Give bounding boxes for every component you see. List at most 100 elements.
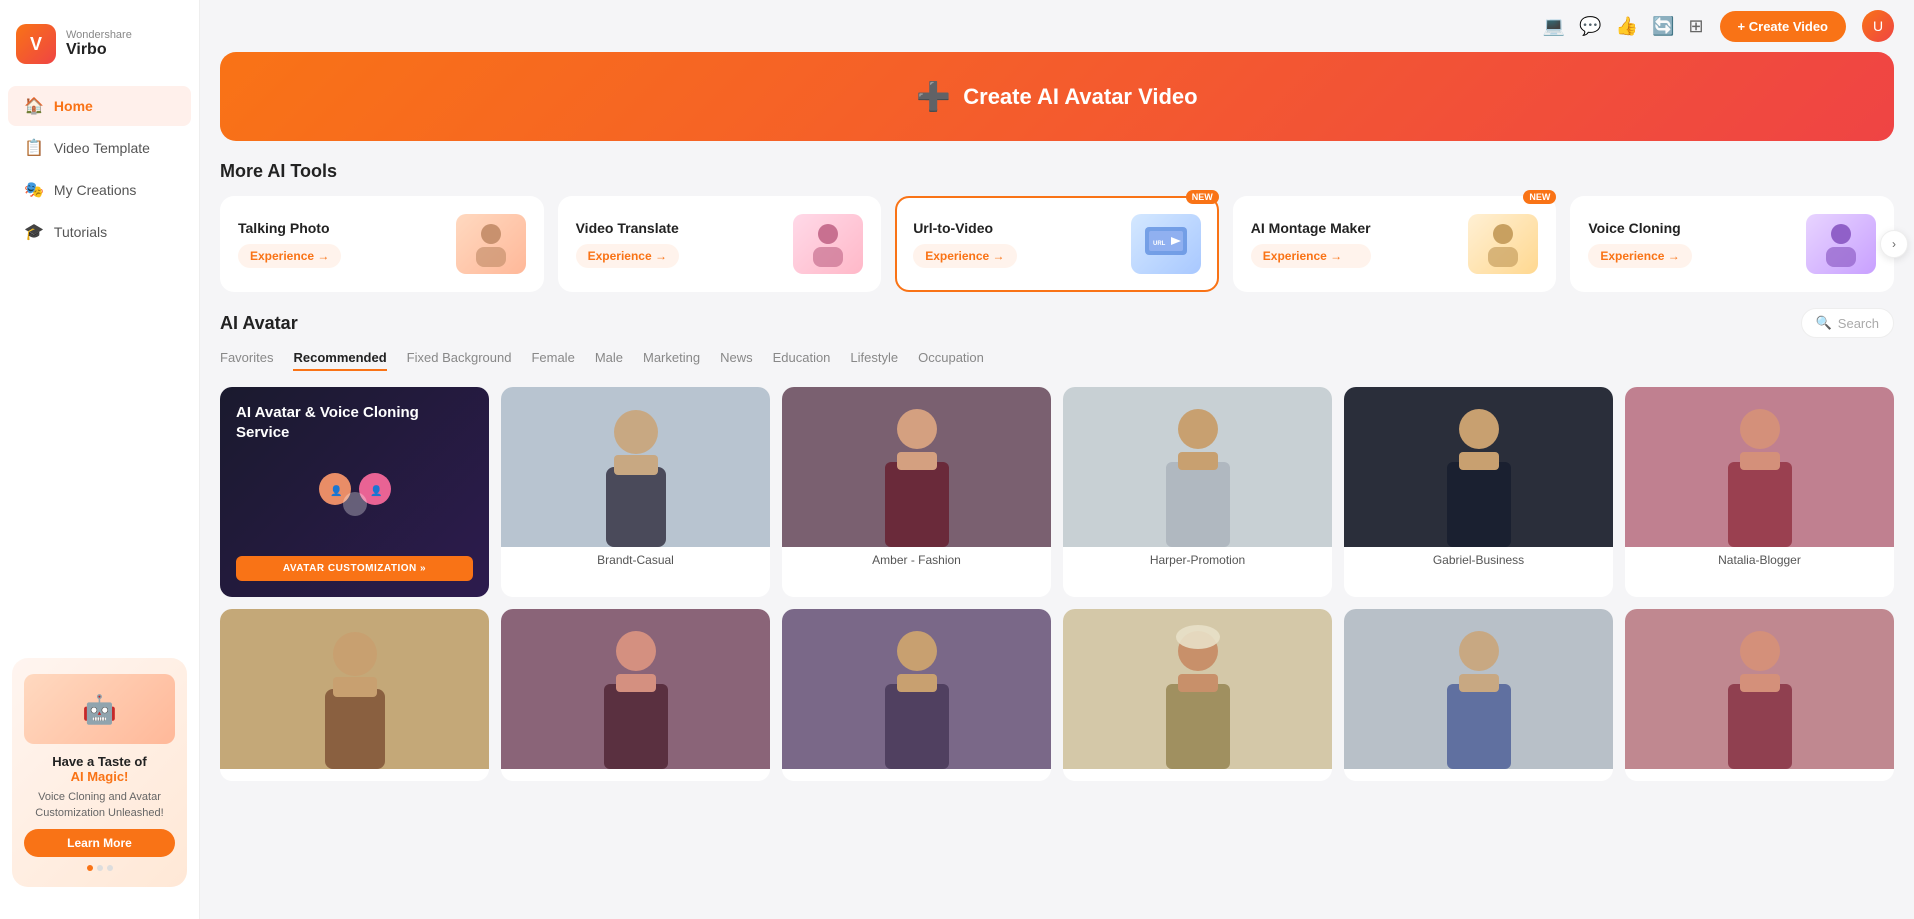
avatar-card-gabriel[interactable]: Gabriel-Business [1344,387,1613,597]
avatar-card-row2-1[interactable] [220,609,489,781]
svg-text:👤: 👤 [330,484,342,497]
avatar-img-row2-1 [220,609,489,769]
avatar-card-amber[interactable]: Amber - Fashion [782,387,1051,597]
create-video-button[interactable]: + Create Video [1720,11,1846,42]
tool-img-url-to-video: URL [1131,214,1201,274]
promo-dots [24,865,175,871]
tool-exp-btn-talking-photo[interactable]: Experience → [238,244,341,268]
tool-exp-btn-url-to-video[interactable]: Experience → [913,244,1016,268]
tab-news[interactable]: News [720,350,753,371]
avatar-card-row2-5[interactable] [1344,609,1613,781]
avatar-name-harper: Harper-Promotion [1063,547,1332,573]
tool-card-url-to-video[interactable]: NEW Url-to-Video Experience → URL [895,196,1219,292]
tool-card-video-translate[interactable]: Video Translate Experience → [558,196,882,292]
avatar-img-row2-5 [1344,609,1613,769]
avatar-promo-button[interactable]: AVATAR CUSTOMIZATION » [236,556,473,581]
promo-illustration: 🤖 [24,674,175,744]
avatar-img-row2-2 [501,609,770,769]
sidebar: V Wondershare Virbo 🏠 Home 📋 Video Templ… [0,0,200,919]
sidebar-item-home-label: Home [54,98,93,114]
filter-tabs: Favorites Recommended Fixed Background F… [220,350,1894,371]
promo-title: Have a Taste of AI Magic! [24,754,175,784]
monitor-icon[interactable]: 💻 [1543,16,1565,37]
tool-img-talking-photo [456,214,526,274]
avatar-card-natalia[interactable]: Natalia-Blogger [1625,387,1894,597]
avatar-promo-card[interactable]: AI Avatar & Voice Cloning Service 👤 👤 AV… [220,387,489,597]
sidebar-item-video-template-label: Video Template [54,140,150,156]
tool-card-talking-photo[interactable]: Talking Photo Experience → [220,196,544,292]
tool-exp-btn-video-translate[interactable]: Experience → [576,244,679,268]
tool-card-ai-montage[interactable]: NEW AI Montage Maker Experience → [1233,196,1557,292]
sidebar-item-my-creations[interactable]: 🎭 My Creations [8,170,191,210]
avatar-card-row2-6[interactable] [1625,609,1894,781]
tool-card-voice-cloning[interactable]: Voice Cloning Experience → [1570,196,1894,292]
avatar-img-brandt [501,387,770,547]
like-icon[interactable]: 👍 [1616,16,1638,37]
tool-card-video-translate-left: Video Translate Experience → [576,220,679,268]
tab-marketing[interactable]: Marketing [643,350,700,371]
tools-nav-next-button[interactable]: › [1880,230,1908,258]
tool-exp-btn-ai-montage[interactable]: Experience → [1251,244,1371,268]
tab-female[interactable]: Female [531,350,574,371]
svg-text:👤: 👤 [370,484,382,497]
search-icon: 🔍 [1816,315,1832,331]
avatar-img-row2-3 [782,609,1051,769]
svg-text:URL: URL [1153,241,1166,247]
avatar-name-row2-2 [501,769,770,781]
tool-name-video-translate: Video Translate [576,220,679,236]
tool-exp-btn-voice-cloning[interactable]: Experience → [1588,244,1691,268]
avatar-img-row2-4 [1063,609,1332,769]
grid-icon[interactable]: ⊞ [1688,16,1703,37]
tutorials-icon: 🎓 [24,222,44,242]
tool-img-video-translate [793,214,863,274]
avatar-grid-row1: AI Avatar & Voice Cloning Service 👤 👤 AV… [220,387,1894,597]
tab-education[interactable]: Education [773,350,831,371]
avatar-card-brandt[interactable]: Brandt-Casual [501,387,770,597]
new-badge-ai-montage: NEW [1523,190,1556,204]
avatar-name-brandt: Brandt-Casual [501,547,770,573]
avatar-name-row2-6 [1625,769,1894,781]
avatar-card-row2-4[interactable] [1063,609,1332,781]
tab-favorites[interactable]: Favorites [220,350,273,371]
avatar-name-row2-5 [1344,769,1613,781]
refresh-icon[interactable]: 🔄 [1652,16,1674,37]
promo-dot-1 [87,865,93,871]
logo-area: V Wondershare Virbo [0,16,199,84]
tool-card-url-to-video-left: Url-to-Video Experience → [913,220,1016,268]
tab-recommended[interactable]: Recommended [293,350,386,371]
topbar-icons: 💻 💬 👍 🔄 ⊞ [1543,16,1704,37]
sidebar-item-my-creations-label: My Creations [54,182,136,198]
tab-occupation[interactable]: Occupation [918,350,984,371]
promo-dot-2 [97,865,103,871]
tool-name-ai-montage: AI Montage Maker [1251,220,1371,236]
tool-name-talking-photo: Talking Photo [238,220,341,236]
tool-img-ai-montage [1468,214,1538,274]
message-icon[interactable]: 💬 [1579,16,1601,37]
hero-plus-icon: ➕ [916,80,951,113]
avatar-card-row2-3[interactable] [782,609,1051,781]
promo-card: 🤖 Have a Taste of AI Magic! Voice Clonin… [12,658,187,887]
video-template-icon: 📋 [24,138,44,158]
tab-fixed-background[interactable]: Fixed Background [407,350,512,371]
tab-lifestyle[interactable]: Lifestyle [850,350,898,371]
tab-male[interactable]: Male [595,350,623,371]
sidebar-item-video-template[interactable]: 📋 Video Template [8,128,191,168]
avatar-name-row2-1 [220,769,489,781]
app-logo-icon: V [16,24,56,64]
tool-name-voice-cloning: Voice Cloning [1588,220,1691,236]
avatar-card-row2-2[interactable] [501,609,770,781]
sidebar-item-tutorials[interactable]: 🎓 Tutorials [8,212,191,252]
more-ai-tools-title: More AI Tools [220,161,1894,182]
user-avatar[interactable]: U [1862,10,1894,42]
main-content: 💻 💬 👍 🔄 ⊞ + Create Video U ➕ Create AI A… [200,0,1914,919]
avatar-search-box[interactable]: 🔍 Search [1801,308,1894,338]
tool-card-talking-photo-left: Talking Photo Experience → [238,220,341,268]
sidebar-item-home[interactable]: 🏠 Home [8,86,191,126]
promo-dot-3 [107,865,113,871]
hero-banner[interactable]: ➕ Create AI Avatar Video [220,52,1894,141]
hero-text: Create AI Avatar Video [963,84,1197,110]
avatar-card-harper[interactable]: Harper-Promotion [1063,387,1332,597]
promo-learn-more-button[interactable]: Learn More [24,829,175,857]
avatar-img-natalia [1625,387,1894,547]
tool-card-ai-montage-left: AI Montage Maker Experience → [1251,220,1371,268]
